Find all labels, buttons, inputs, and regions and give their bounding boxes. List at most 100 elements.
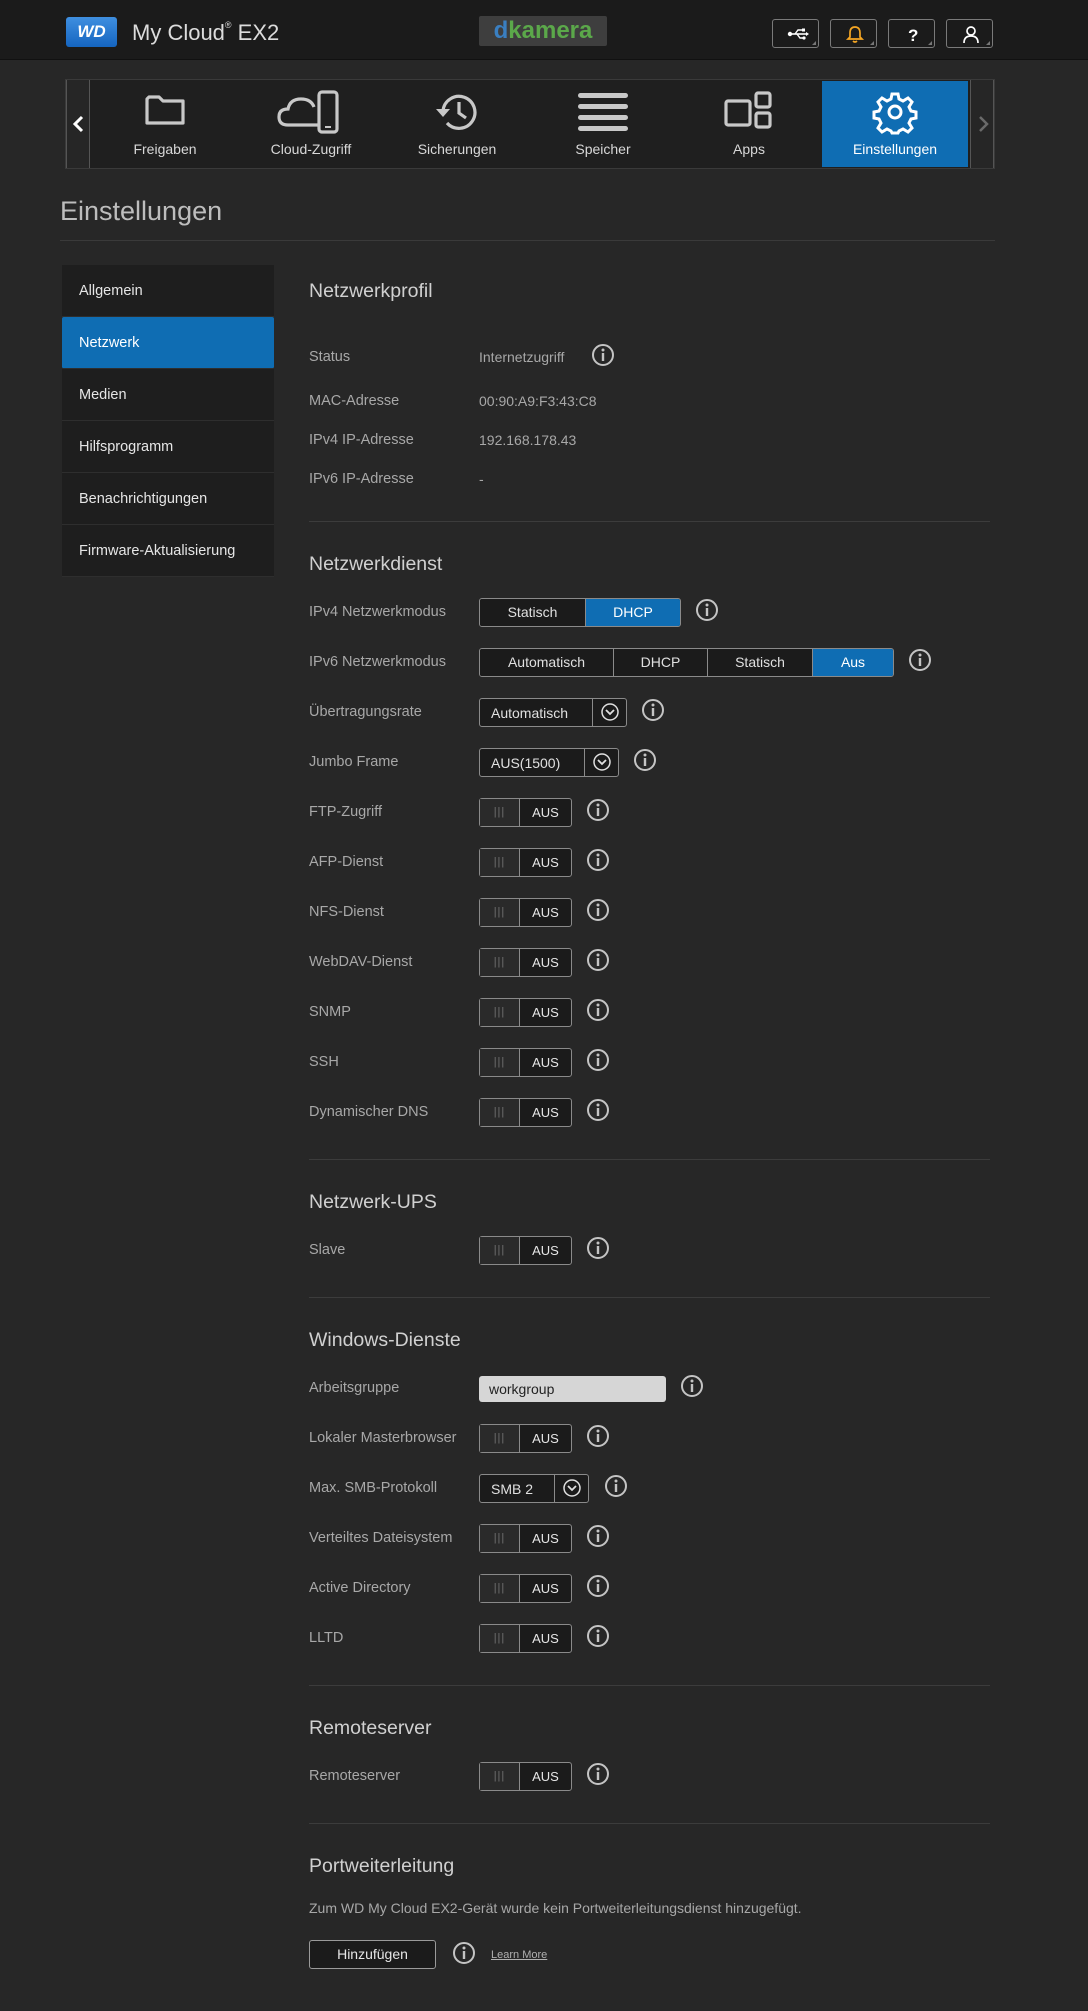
- webdav-toggle[interactable]: ||| AUS: [479, 948, 572, 977]
- workgroup-input[interactable]: [479, 1376, 666, 1402]
- nav-cloud-zugriff[interactable]: Cloud-Zugriff: [238, 81, 384, 167]
- ipv6-mode-automatisch[interactable]: Automatisch: [480, 649, 614, 676]
- section-title-remoteserver: Remoteserver: [309, 1717, 432, 1739]
- sidebar-item-netzwerk[interactable]: Netzwerk: [62, 317, 274, 369]
- info-icon[interactable]: [633, 748, 657, 772]
- dfs-toggle[interactable]: ||| AUS: [479, 1524, 572, 1553]
- sidebar-item-hilfsprogramm[interactable]: Hilfsprogramm: [62, 421, 274, 473]
- remoteserver-label: Remoteserver: [309, 1768, 401, 1784]
- ipv4-mode-statisch[interactable]: Statisch: [480, 599, 586, 626]
- toggle-grip: |||: [480, 1237, 520, 1264]
- toggle-state: AUS: [532, 855, 559, 870]
- active-directory-toggle[interactable]: ||| AUS: [479, 1574, 572, 1603]
- lltd-label: LLTD: [309, 1630, 344, 1646]
- sidebar-item-benachrichtigungen[interactable]: Benachrichtigungen: [62, 473, 274, 525]
- nav-freigaben[interactable]: Freigaben: [92, 81, 238, 167]
- info-icon[interactable]: [586, 798, 610, 822]
- info-icon[interactable]: [586, 1048, 610, 1072]
- ipv6-mode-segmented: Automatisch DHCP Statisch Aus: [479, 648, 894, 677]
- ssh-label: SSH: [309, 1054, 339, 1070]
- info-icon[interactable]: [641, 698, 665, 722]
- master-browser-toggle[interactable]: ||| AUS: [479, 1424, 572, 1453]
- nav-next-arrow[interactable]: [970, 80, 994, 168]
- nav-freigaben-label: Freigaben: [133, 141, 197, 157]
- toggle-state: AUS: [532, 1581, 559, 1596]
- usb-button[interactable]: [772, 19, 819, 48]
- sidebar-item-firmware[interactable]: Firmware-Aktualisierung: [62, 525, 274, 577]
- remoteserver-toggle[interactable]: ||| AUS: [479, 1762, 572, 1791]
- cloud-device-icon: [277, 90, 339, 134]
- info-icon[interactable]: [695, 598, 719, 622]
- nav-sicherungen[interactable]: Sicherungen: [384, 81, 530, 167]
- nav-speicher[interactable]: Speicher: [530, 81, 676, 167]
- smb-protocol-value: SMB 2: [491, 1481, 534, 1497]
- camera-logo-text: kamera: [508, 17, 593, 44]
- user-button[interactable]: [946, 19, 993, 48]
- info-icon[interactable]: [586, 1098, 610, 1122]
- apps-icon: [724, 91, 772, 129]
- product-model: EX2: [231, 20, 280, 45]
- ipv6-mode-statisch[interactable]: Statisch: [708, 649, 813, 676]
- slave-toggle[interactable]: ||| AUS: [479, 1236, 572, 1265]
- ipv4-mode-dhcp[interactable]: DHCP: [586, 599, 680, 626]
- dropdown-button[interactable]: [554, 1475, 588, 1502]
- section-title-ups: Netzwerk-UPS: [309, 1191, 437, 1213]
- ipv6-mode-aus[interactable]: Aus: [813, 649, 893, 676]
- nav-prev-arrow[interactable]: [66, 80, 90, 168]
- ddns-toggle[interactable]: ||| AUS: [479, 1098, 572, 1127]
- product-name-text: My Cloud: [132, 20, 225, 45]
- info-icon[interactable]: [586, 1424, 610, 1448]
- toggle-grip: |||: [480, 1099, 520, 1126]
- nav-apps-label: Apps: [733, 141, 765, 157]
- info-icon[interactable]: [452, 1941, 476, 1965]
- dropdown-button[interactable]: [592, 699, 626, 726]
- info-icon[interactable]: [586, 1624, 610, 1648]
- info-icon[interactable]: [586, 898, 610, 922]
- nfs-label: NFS-Dienst: [309, 904, 384, 920]
- lltd-toggle[interactable]: ||| AUS: [479, 1624, 572, 1653]
- toggle-grip: |||: [480, 1525, 520, 1552]
- ipv6-mode-dhcp[interactable]: DHCP: [614, 649, 708, 676]
- ssh-toggle[interactable]: ||| AUS: [479, 1048, 572, 1077]
- nav-einstellungen[interactable]: Einstellungen: [822, 81, 968, 167]
- info-icon[interactable]: [586, 1574, 610, 1598]
- info-icon[interactable]: [586, 998, 610, 1022]
- nfs-toggle[interactable]: ||| AUS: [479, 898, 572, 927]
- page-title: Einstellungen: [60, 196, 223, 226]
- sidebar-item-medien[interactable]: Medien: [62, 369, 274, 421]
- transfer-rate-select[interactable]: Automatisch: [479, 698, 627, 727]
- smb-protocol-select[interactable]: SMB 2: [479, 1474, 589, 1503]
- storage-icon: [578, 93, 628, 131]
- info-icon[interactable]: [586, 1524, 610, 1548]
- jumbo-frame-select[interactable]: AUS(1500): [479, 748, 619, 777]
- chevron-down-icon: [593, 753, 611, 771]
- info-icon[interactable]: [908, 648, 932, 672]
- toggle-state: AUS: [532, 1769, 559, 1784]
- info-icon[interactable]: [591, 343, 615, 367]
- nav-sicherungen-label: Sicherungen: [417, 141, 497, 157]
- info-icon[interactable]: [586, 1762, 610, 1786]
- sidebar-item-allgemein[interactable]: Allgemein: [62, 265, 274, 317]
- ftp-toggle[interactable]: ||| AUS: [479, 798, 572, 827]
- camera-logo-d: d: [493, 17, 509, 44]
- dropdown-button[interactable]: [584, 749, 618, 776]
- help-icon: ?: [908, 26, 918, 44]
- transfer-rate-value: Automatisch: [491, 705, 569, 721]
- section-title-windows: Windows-Dienste: [309, 1329, 461, 1351]
- info-icon[interactable]: [586, 1236, 610, 1260]
- add-port-forwarding-button[interactable]: Hinzufügen: [309, 1940, 436, 1969]
- section-title-netzwerkprofil: Netzwerkprofil: [309, 280, 433, 302]
- info-icon[interactable]: [680, 1374, 704, 1398]
- afp-toggle[interactable]: ||| AUS: [479, 848, 572, 877]
- snmp-toggle[interactable]: ||| AUS: [479, 998, 572, 1027]
- notifications-button[interactable]: [830, 19, 877, 48]
- nav-apps[interactable]: Apps: [676, 81, 822, 167]
- help-button[interactable]: ?: [888, 19, 935, 48]
- ipv4-mode-label: IPv4 Netzwerkmodus: [309, 604, 446, 620]
- info-icon[interactable]: [586, 848, 610, 872]
- info-icon[interactable]: [604, 1474, 628, 1498]
- info-icon[interactable]: [586, 948, 610, 972]
- toggle-grip: |||: [480, 849, 520, 876]
- learn-more-link[interactable]: Learn More: [491, 1949, 547, 1961]
- toggle-grip: |||: [480, 1575, 520, 1602]
